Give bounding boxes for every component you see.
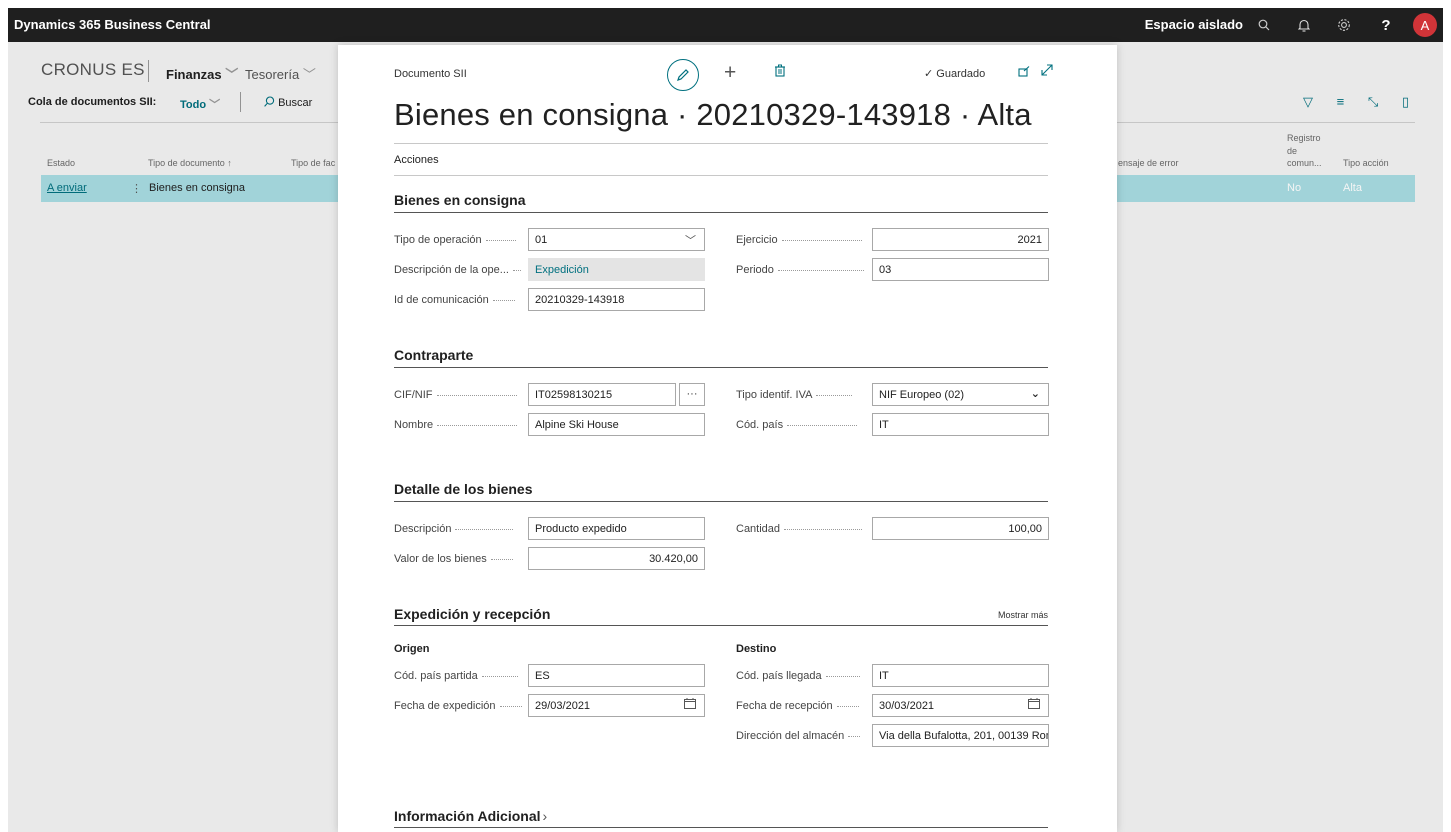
direccion-almacen-label: Dirección del almacén: [736, 730, 868, 742]
cod-pais-label: Cód. país: [736, 419, 868, 431]
id-comunicacion-field[interactable]: 20210329-143918: [528, 288, 705, 311]
chevron-down-icon: ﹀: [685, 235, 696, 247]
section-bienes-title[interactable]: Bienes en consigna: [394, 192, 525, 208]
ejercicio-field[interactable]: 2021: [872, 228, 1049, 251]
cod-pais-llegada-label: Cód. país llegada: [736, 670, 868, 682]
avatar[interactable]: A: [1413, 13, 1437, 37]
id-comunicacion-label: Id de comunicación: [394, 294, 524, 306]
actions-divider: [394, 175, 1048, 176]
fecha-expedicion-label: Fecha de expedición: [394, 700, 524, 712]
notification-bell-icon[interactable]: [1293, 14, 1315, 36]
descripcion-operacion-label: Descripción de la ope...: [394, 264, 524, 276]
destino-heading: Destino: [736, 643, 777, 655]
section-expedicion-title[interactable]: Expedición y recepción: [394, 606, 550, 622]
cantidad-label: Cantidad: [736, 523, 868, 535]
help-icon[interactable]: ?: [1375, 14, 1397, 36]
page-title: Bienes en consigna · 20210329-143918 · A…: [394, 97, 1032, 132]
trash-icon: [775, 64, 785, 77]
calendar-icon: [684, 698, 696, 712]
section-contraparte-title[interactable]: Contraparte: [394, 347, 473, 363]
cif-nif-label: CIF/NIF: [394, 389, 524, 401]
app-title[interactable]: Dynamics 365 Business Central: [14, 17, 211, 32]
document-card-dialog: Documento SII + ✓ Guardado Bienes en con…: [338, 45, 1117, 832]
ejercicio-label: Ejercicio: [736, 234, 868, 246]
section-detalle-divider: [394, 501, 1048, 502]
delete-button[interactable]: [774, 64, 786, 80]
periodo-field[interactable]: 03: [872, 258, 1049, 281]
valor-bienes-label: Valor de los bienes: [394, 553, 524, 565]
tipo-identif-iva-select[interactable]: NIF Europeo (02) ⌄: [872, 383, 1049, 406]
tipo-identif-iva-label: Tipo identif. IVA: [736, 389, 868, 401]
new-button[interactable]: +: [724, 61, 736, 85]
descripcion-operacion-field: Expedición: [528, 258, 705, 281]
search-icon[interactable]: [1253, 14, 1275, 36]
cod-pais-llegada-field[interactable]: IT: [872, 664, 1049, 687]
descripcion-label: Descripción: [394, 523, 524, 535]
open-in-new-window-icon: [1018, 66, 1030, 77]
section-bienes-divider: [394, 212, 1048, 213]
cif-nif-field[interactable]: IT02598130215: [528, 383, 676, 406]
chevron-down-icon: ⌄: [1030, 388, 1040, 400]
nombre-field[interactable]: Alpine Ski House: [528, 413, 705, 436]
calendar-icon: [1028, 698, 1040, 712]
gear-icon[interactable]: [1333, 14, 1355, 36]
expand-icon: [1041, 64, 1053, 76]
fecha-recepcion-field[interactable]: 30/03/2021: [872, 694, 1049, 717]
saved-status: ✓ Guardado: [924, 68, 986, 80]
section-contraparte-divider: [394, 367, 1048, 368]
actions-menu[interactable]: Acciones: [394, 154, 439, 166]
environment-label: Espacio aislado: [1144, 17, 1243, 32]
expand-button[interactable]: [1041, 64, 1053, 79]
nombre-label: Nombre: [394, 419, 524, 431]
periodo-label: Periodo: [736, 264, 868, 276]
breadcrumb: Documento SII: [394, 68, 467, 80]
pencil-icon: [677, 69, 689, 81]
edit-button[interactable]: [667, 59, 699, 91]
direccion-almacen-field[interactable]: Via della Bufalotta, 201, 00139 Roma: [872, 724, 1049, 747]
tipo-operacion-label: Tipo de operación: [394, 234, 524, 246]
section-expedicion-divider: [394, 625, 1048, 626]
cod-pais-field[interactable]: IT: [872, 413, 1049, 436]
cod-pais-partida-field[interactable]: ES: [528, 664, 705, 687]
title-divider: [394, 143, 1048, 144]
open-new-window-button[interactable]: [1018, 66, 1030, 80]
fecha-recepcion-label: Fecha de recepción: [736, 700, 868, 712]
descripcion-field[interactable]: Producto expedido: [528, 517, 705, 540]
tipo-operacion-select[interactable]: 01 ﹀: [528, 228, 705, 251]
cod-pais-partida-label: Cód. país partida: [394, 670, 524, 682]
section-info-adicional-title[interactable]: Información Adicional ›: [394, 808, 547, 824]
show-more-link[interactable]: Mostrar más: [998, 610, 1048, 620]
fecha-expedicion-field[interactable]: 29/03/2021: [528, 694, 705, 717]
app-bar: Dynamics 365 Business Central Espacio ai…: [8, 8, 1443, 42]
chevron-right-icon: ›: [542, 808, 548, 824]
cantidad-field[interactable]: 100,00: [872, 517, 1049, 540]
origen-heading: Origen: [394, 643, 430, 655]
section-detalle-title[interactable]: Detalle de los bienes: [394, 481, 533, 497]
cif-nif-lookup-button[interactable]: ···: [679, 383, 705, 406]
valor-bienes-field[interactable]: 30.420,00: [528, 547, 705, 570]
section-info-adicional-divider: [394, 827, 1048, 828]
